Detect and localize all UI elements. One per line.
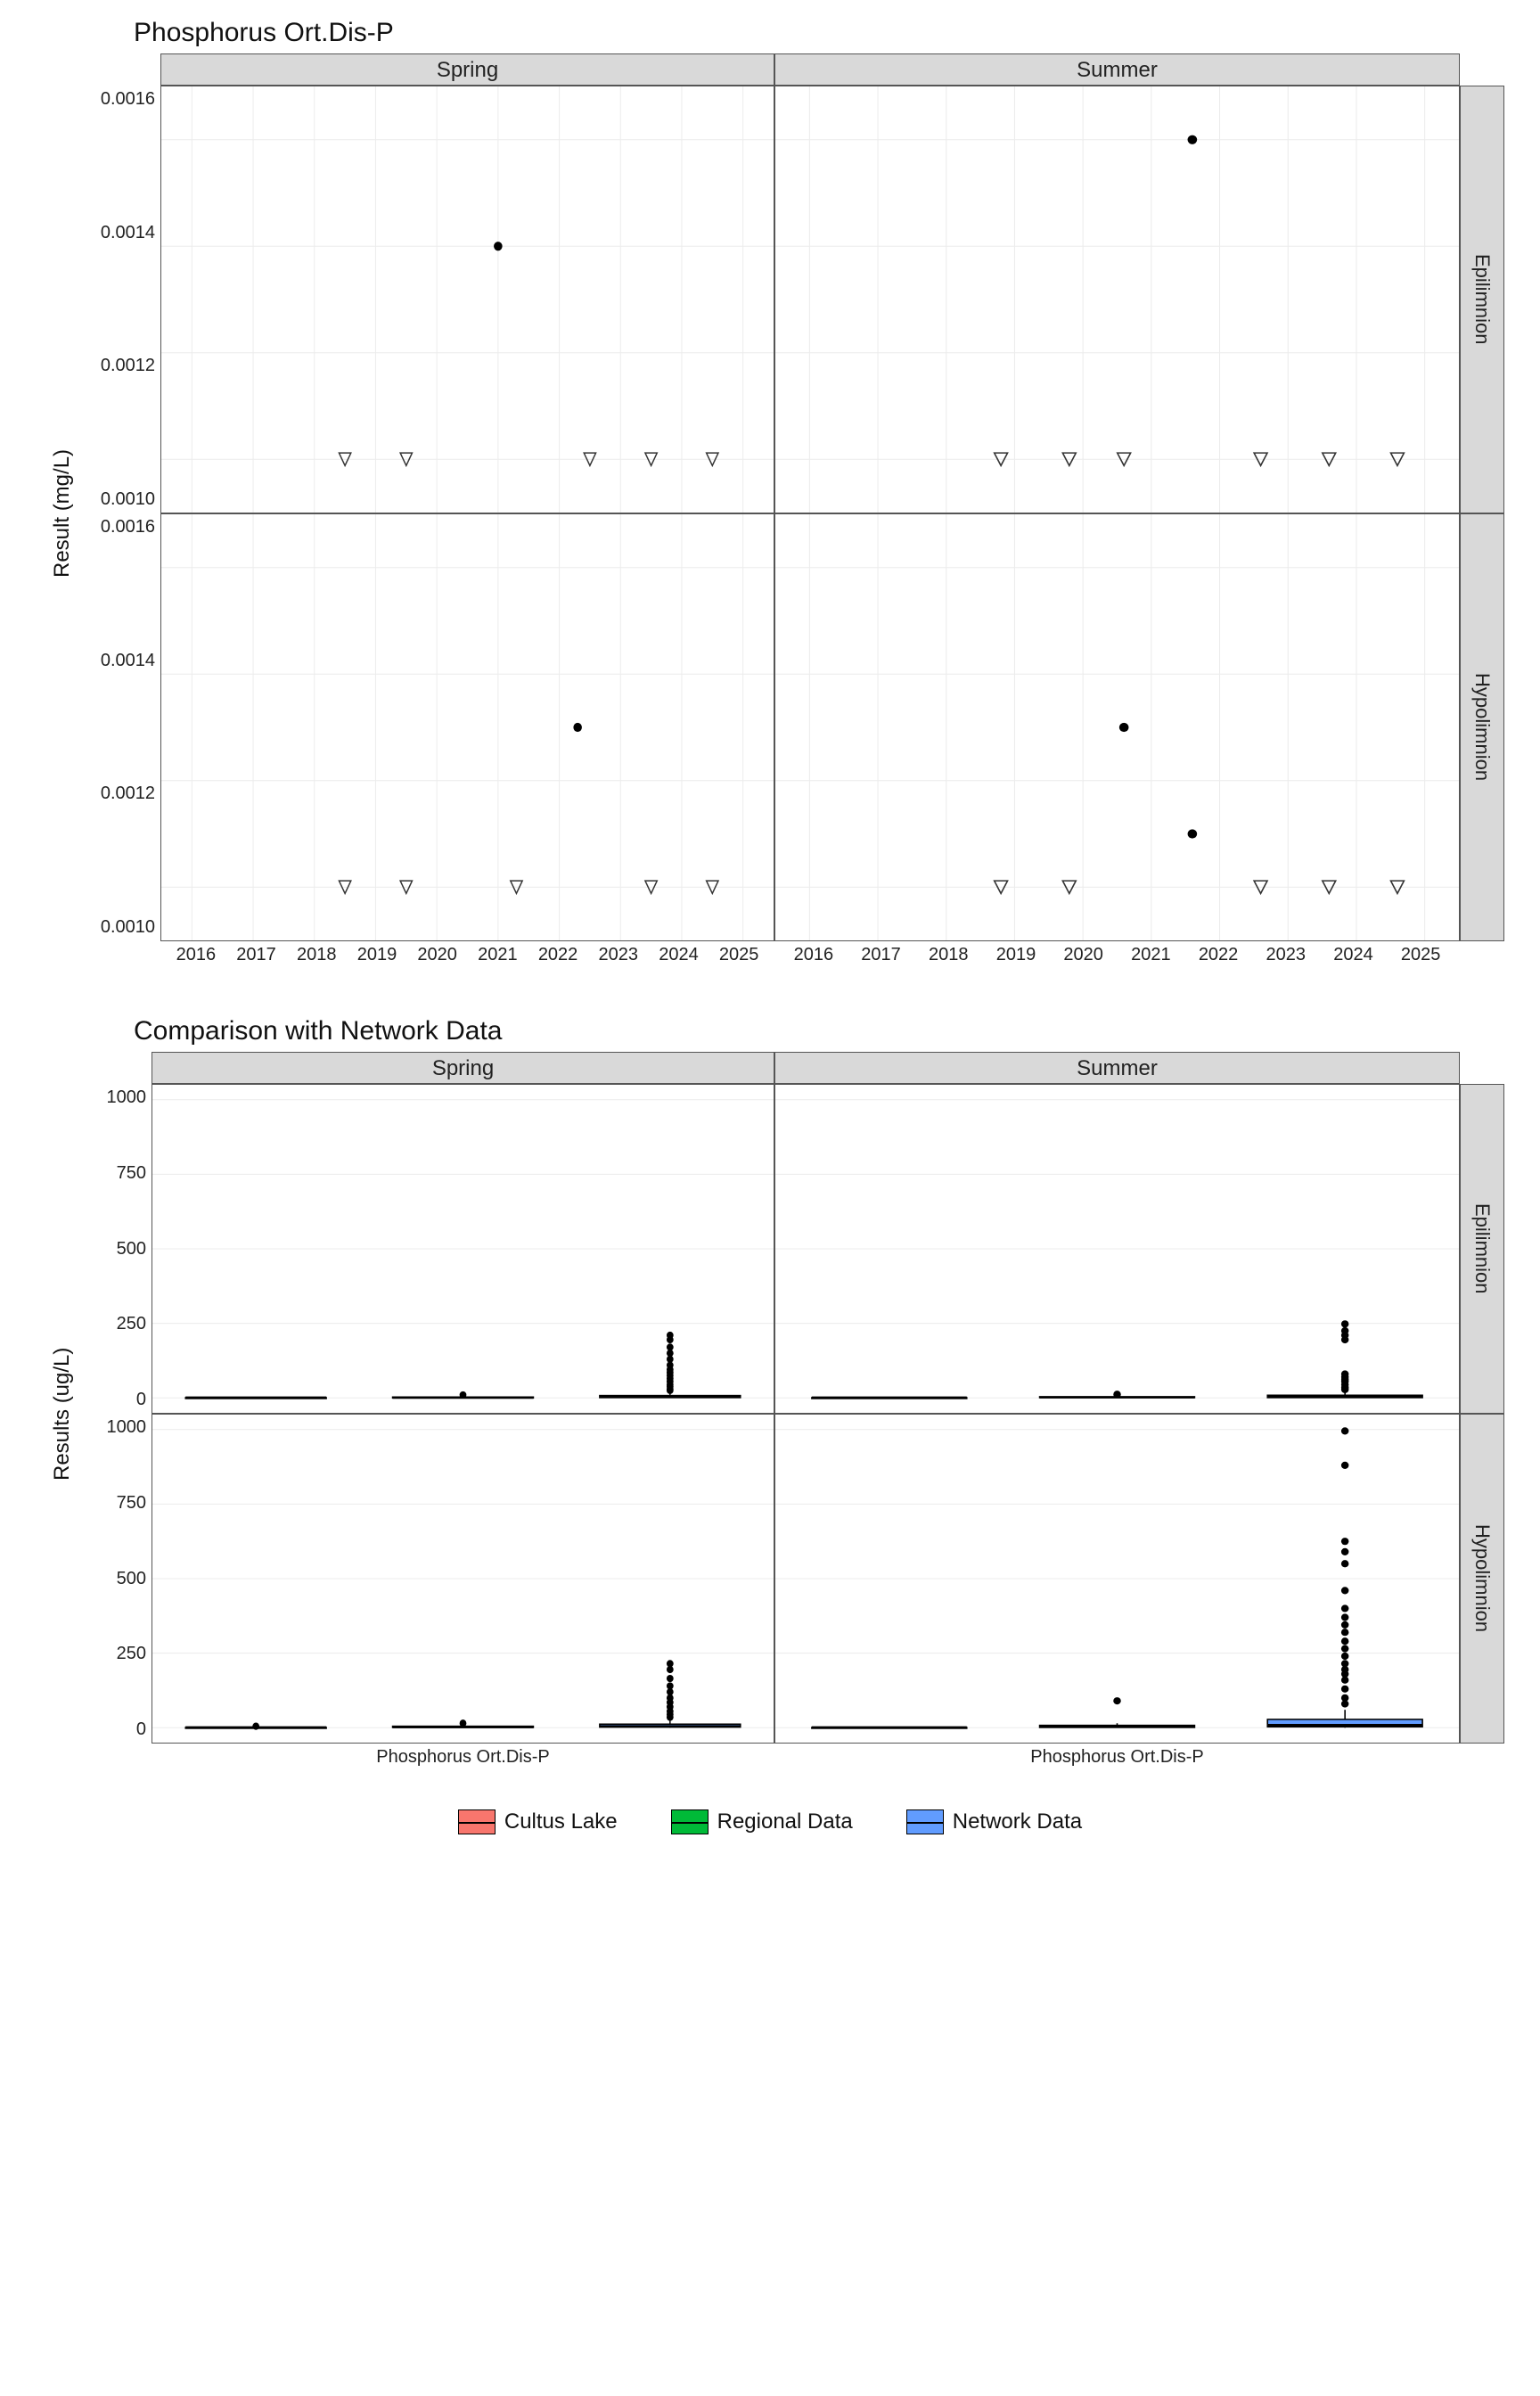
legend-label: Cultus Lake [504,1809,618,1834]
chart2-xlabel-left: Phosphorus Ort.Dis-P [152,1744,774,1774]
panel2-spring-hypo [152,1414,774,1744]
chart2-xlabel-right: Phosphorus Ort.Dis-P [774,1744,1460,1774]
panel2-spring-epi [152,1084,774,1414]
chart2-title: Comparison with Network Data [134,1016,1504,1046]
panel-spring-hypo [160,513,774,941]
timeseries-chart: Phosphorus Ort.Dis-P Spring Summer Resul… [36,18,1504,972]
col-strip-spring: Spring [160,53,774,86]
panel-spring-epi [160,86,774,513]
legend-item: Regional Data [671,1809,853,1834]
chart1-ylabel: Result (mg/L) [36,86,89,941]
legend-item: Cultus Lake [458,1809,618,1834]
legend-label: Network Data [953,1809,1082,1834]
col-strip-summer: Summer [774,53,1460,86]
chart2-ylabel: Results (ug/L) [36,1084,89,1744]
legend-swatch [458,1809,496,1834]
legend: Cultus Lake Regional Data Network Data [36,1809,1504,1834]
row-strip-hypo: Hypolimnion [1460,513,1504,941]
panel2-summer-epi [774,1084,1460,1414]
chart1-title: Phosphorus Ort.Dis-P [134,18,1504,48]
legend-label: Regional Data [717,1809,853,1834]
panel-summer-hypo [774,513,1460,941]
row-strip-epi2: Epilimnion [1460,1084,1504,1414]
legend-swatch [671,1809,709,1834]
col-strip-summer2: Summer [774,1052,1460,1084]
boxplot-chart: Comparison with Network Data Spring Summ… [36,1016,1504,1774]
row-strip-hypo2: Hypolimnion [1460,1414,1504,1744]
panel2-summer-hypo [774,1414,1460,1744]
panel-summer-epi [774,86,1460,513]
legend-item: Network Data [906,1809,1082,1834]
legend-swatch [906,1809,944,1834]
row-strip-epi: Epilimnion [1460,86,1504,513]
col-strip-spring2: Spring [152,1052,774,1084]
